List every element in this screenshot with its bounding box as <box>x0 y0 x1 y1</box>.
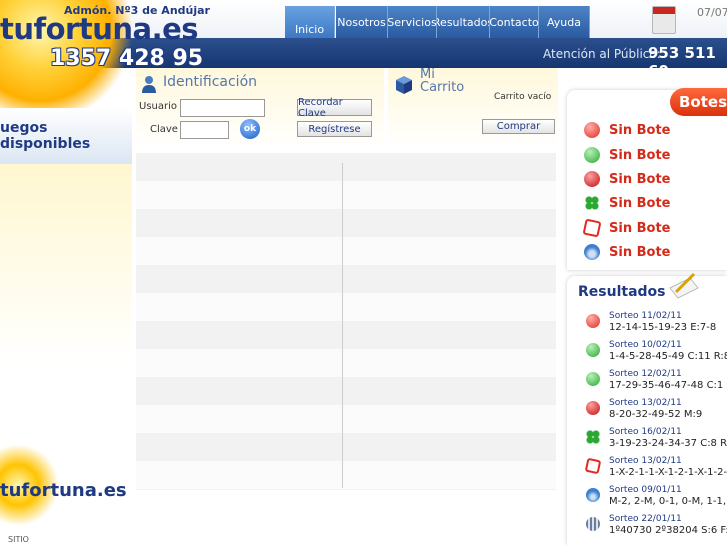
bote-label: Sin Bote <box>609 220 671 236</box>
resultado-numeros: 1-X-2-1-1-X-1-2-1-X-1-2-1- <box>609 467 727 478</box>
registrese-button[interactable]: Regístrese <box>297 121 372 137</box>
euromillones-icon <box>586 401 600 415</box>
user-icon <box>142 76 156 93</box>
gordo-primitiva-icon <box>586 372 600 386</box>
juegos-line2: disponibles <box>0 136 91 152</box>
usuario-input[interactable] <box>180 99 265 117</box>
juegos-title: uegos disponibles <box>0 120 90 152</box>
login-title: Identificación <box>163 74 258 90</box>
resultado-sorteo: Sorteo 13/02/11 <box>609 398 682 408</box>
ok-button[interactable]: ok <box>240 119 260 139</box>
tab-contacto[interactable]: Contacto <box>489 6 539 38</box>
current-date: 07/07 <box>697 6 727 19</box>
comprar-button[interactable]: Comprar <box>482 119 555 134</box>
resultado-sorteo: Sorteo 09/01/11 <box>609 485 682 495</box>
resultado-sorteo: Sorteo 22/01/11 <box>609 514 682 524</box>
bote-item-bonoloto[interactable]: Sin Bote <box>584 120 670 140</box>
tab-ayuda[interactable]: Ayuda <box>539 6 590 38</box>
list-row <box>136 181 556 209</box>
clave-input[interactable] <box>180 121 229 139</box>
clover-icon <box>586 430 600 444</box>
cart-title-line2: Carrito <box>420 80 465 95</box>
primitiva-icon <box>586 343 600 357</box>
list-row <box>136 293 556 321</box>
clover-icon <box>584 195 600 211</box>
tab-servicios[interactable]: Servicios <box>387 6 437 38</box>
cart-icon <box>396 76 412 94</box>
resultado-numeros: 1º40730 2º38204 S:6 F: <box>609 525 727 536</box>
tab-resultados[interactable]: Resultados <box>437 6 490 38</box>
calendar-icon <box>652 6 676 34</box>
resultado-sorteo: Sorteo 13/02/11 <box>609 456 682 466</box>
resultados-title: Resultados <box>578 284 666 300</box>
pencil-icon <box>669 272 699 299</box>
list-row <box>136 349 556 377</box>
column-divider <box>342 163 343 488</box>
usuario-label: Usuario <box>139 101 178 112</box>
juegos-line1: uegos <box>0 120 48 136</box>
quiniela-icon <box>584 457 602 475</box>
quinigol-icon <box>586 488 600 502</box>
resultado-numeros: 17-29-35-46-47-48 C:1 R <box>609 380 727 391</box>
resultado-numeros: 8-20-32-49-52 M:9 <box>609 409 703 420</box>
resultado-numeros: 1-4-5-28-45-49 C:11 R:8 <box>609 351 727 362</box>
botes-title: Botes <box>670 88 727 116</box>
clave-label: Clave <box>150 124 178 135</box>
bote-item-quinigol[interactable]: Sin Bote <box>584 242 670 262</box>
bonoloto-icon <box>584 122 600 138</box>
resultado-numeros: M-2, 2-M, 0-1, 0-M, 1-1, 1 <box>609 496 727 507</box>
bote-item-euromillones[interactable]: Sin Bote <box>584 169 670 189</box>
bote-item-gordo[interactable]: Sin Bote <box>584 193 670 213</box>
bote-label: Sin Bote <box>609 171 671 187</box>
resultado-sorteo: Sorteo 12/02/11 <box>609 369 682 379</box>
resultado-sorteo: Sorteo 16/02/11 <box>609 427 682 437</box>
bonoloto-icon <box>586 314 600 328</box>
cart-title: Mi Carrito <box>420 68 464 94</box>
bote-label: Sin Bote <box>609 122 671 138</box>
recordar-clave-button[interactable]: Recordar Clave <box>297 97 372 119</box>
games-list-panel <box>136 153 556 490</box>
loteria-nacional-icon <box>586 517 600 531</box>
bote-label: Sin Bote <box>609 195 671 211</box>
euromillones-icon <box>584 171 600 187</box>
resultado-numeros: 3-19-23-24-34-37 C:8 R: <box>609 438 727 449</box>
atencion-label: Atención al Público: <box>543 47 661 61</box>
resultado-numeros: 12-14-15-19-23 E:7-8 <box>609 322 717 333</box>
bote-item-primitiva[interactable]: Sin Bote <box>584 145 670 165</box>
bote-label: Sin Bote <box>609 244 671 260</box>
bote-item-quiniela[interactable]: Sin Bote <box>582 218 671 238</box>
resultado-sorteo: Sorteo 10/02/11 <box>609 340 682 350</box>
admin-label: Admón. Nº3 de Andújar <box>64 4 210 17</box>
primitiva-icon <box>584 147 600 163</box>
cart-status: Carrito vacío <box>494 92 552 102</box>
list-row <box>136 237 556 265</box>
site-logo[interactable]: tufortuna.es <box>0 12 199 46</box>
tab-nosotros[interactable]: Nosotros <box>336 6 388 38</box>
numbers-decoration: 1357 428 95 <box>50 46 204 71</box>
sitio-label: SITIO <box>8 535 29 544</box>
resultado-sorteo: Sorteo 11/02/11 <box>609 311 682 321</box>
quiniela-icon <box>582 218 602 238</box>
list-row <box>136 405 556 433</box>
phone-number: 953 511 60 <box>648 44 716 80</box>
bote-label: Sin Bote <box>609 147 671 163</box>
list-row <box>136 461 556 489</box>
quinigol-icon <box>584 244 600 260</box>
tab-inicio[interactable]: Inicio <box>285 6 335 38</box>
footer-logo[interactable]: tufortuna.es <box>0 480 127 501</box>
